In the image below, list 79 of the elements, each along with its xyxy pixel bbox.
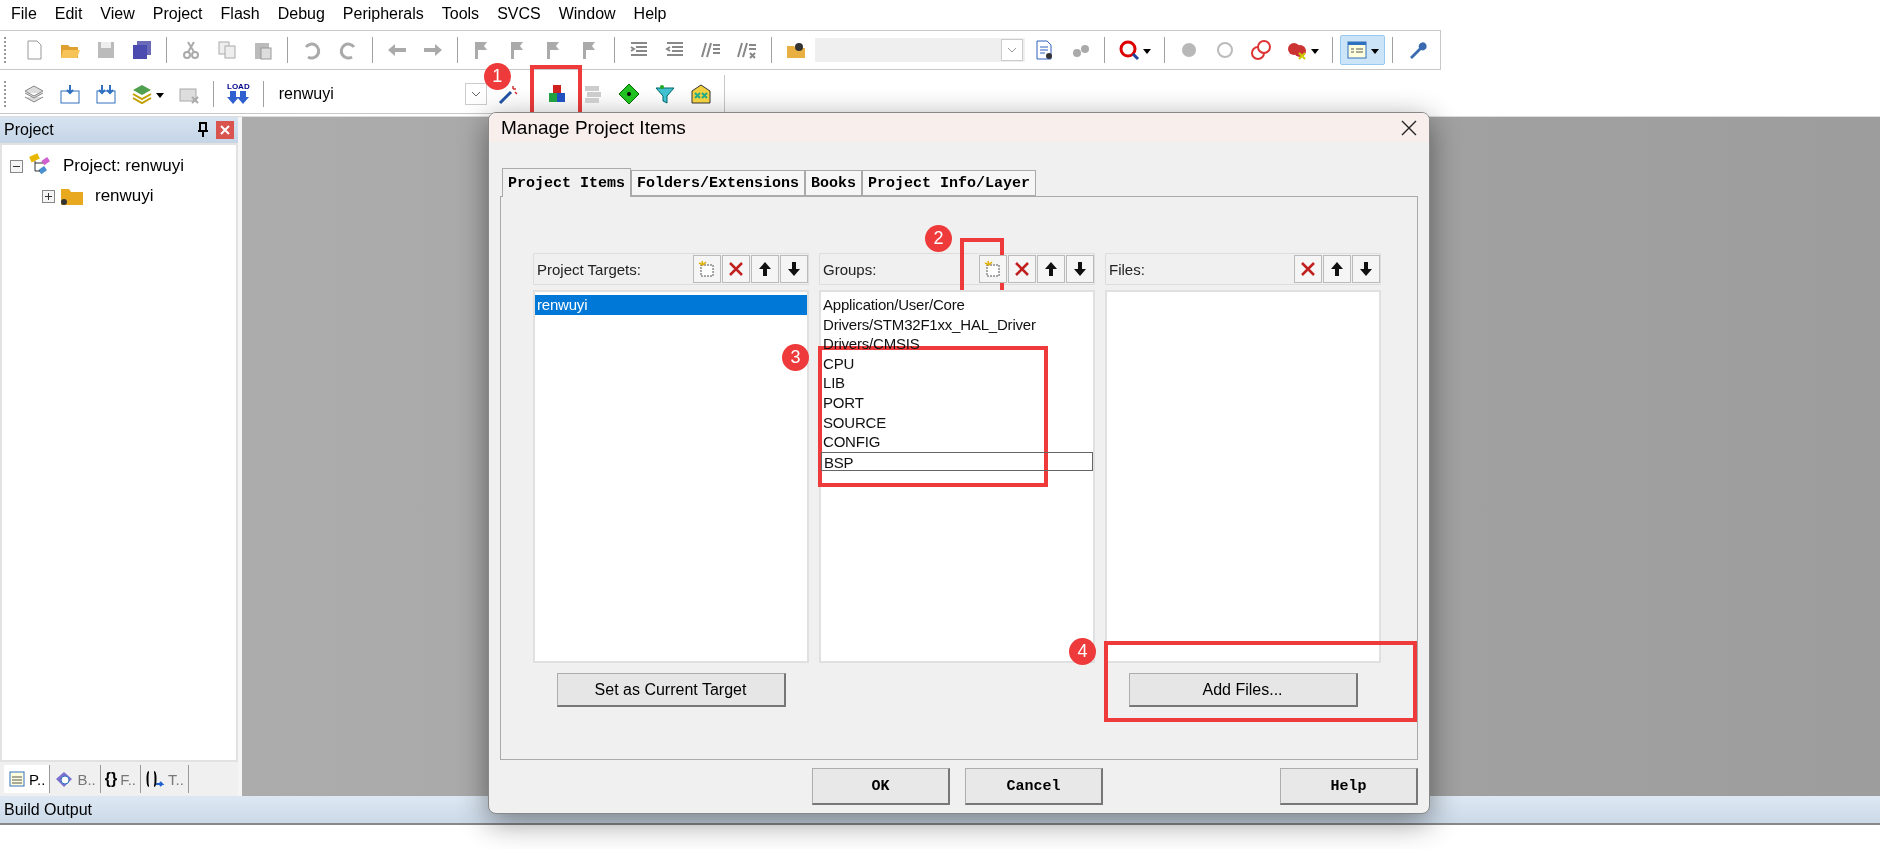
step-badge: 2 [925,225,952,252]
menu-item[interactable]: Project [143,5,212,23]
list-label: Files: [1109,260,1146,278]
diamond-icon[interactable] [617,82,640,105]
arrow-up-icon[interactable] [1042,260,1060,278]
panel-tab[interactable]: T.. [141,765,189,793]
tab[interactable]: Project Info/Layer [862,170,1037,196]
menu-item[interactable]: SVCS [488,5,550,23]
list-item[interactable]: LIB [821,373,845,393]
list-item[interactable]: renwuyi [535,295,807,315]
circles-icon[interactable] [1250,39,1272,61]
arrow-down-icon[interactable] [785,260,803,278]
expand-icon[interactable] [42,189,55,203]
menu-item[interactable]: Peripherals [333,5,433,23]
menu-item[interactable]: View [91,5,144,23]
list-item[interactable]: PORT [821,392,864,413]
menu-item[interactable]: Tools [432,5,489,23]
delete-icon[interactable] [1299,260,1317,278]
chips-icon[interactable] [689,82,712,105]
arrow-up-icon[interactable] [1328,260,1346,278]
dialog-button[interactable]: Cancel [965,768,1103,805]
list-item[interactable]: BSP [821,451,1093,472]
arrow-down-icon[interactable] [1357,260,1375,278]
tab[interactable]: Folders/Extensions [631,170,806,196]
menu-item[interactable]: Debug [268,5,334,23]
tree-item[interactable]: renwuyi [95,186,154,206]
panel-tab[interactable]: {} F.. [100,765,142,793]
arrows-down-icon[interactable] [227,90,250,105]
close-icon[interactable] [1401,119,1417,136]
list-tool-button[interactable] [1352,255,1380,283]
close-button[interactable] [216,121,234,139]
menu-item[interactable]: Window [549,5,625,23]
list-tool-button[interactable] [780,255,808,283]
file-search-icon[interactable] [1033,39,1055,61]
delete-icon[interactable] [1013,260,1031,278]
list-item[interactable]: Drivers/STM32F1xx_HAL_Driver [821,314,1036,335]
tab[interactable]: Project Items [502,168,632,197]
tree-item[interactable]: Project: renwuyi [63,156,184,176]
list-item[interactable]: SOURCE [821,412,886,433]
menu-item[interactable]: Edit [45,5,92,23]
braces-icon: {} [104,770,118,788]
panel-title: Project [4,121,55,139]
action-button[interactable]: Add Files... [1128,673,1358,707]
download-chip-icon[interactable] [59,82,81,105]
window-title: Manage Project Items [501,116,686,139]
project-tab-icon [8,770,26,788]
dialog-button[interactable]: Help [1280,768,1418,805]
arrow-down-icon[interactable] [1071,260,1089,278]
collapse-icon[interactable] [10,159,23,173]
list-item[interactable]: CPU [821,353,855,374]
list-tool-button[interactable] [751,255,779,283]
delete-icon[interactable] [727,260,745,278]
dialog-button[interactable]: OK [812,768,950,805]
arrow-up-icon[interactable] [756,260,774,278]
list-item[interactable]: CONFIG [821,432,881,452]
books-icon [54,769,75,789]
panel-tab[interactable]: B.. [50,765,101,793]
panel-title: Build Output [4,800,93,819]
download-chips-icon[interactable] [95,82,117,105]
panel-tab[interactable]: P.. [4,765,51,793]
list-item[interactable]: Application/User/Core [821,295,965,315]
window-list-icon[interactable] [1346,39,1368,61]
save-all-icon[interactable] [131,39,153,61]
tab[interactable]: Books [805,170,863,196]
filter-icon[interactable] [653,82,676,105]
list-tool-button[interactable] [1323,255,1351,283]
templates-icon [145,769,166,789]
list-label: Groups: [823,260,878,278]
list-tool-button[interactable] [1066,255,1094,283]
menu-item[interactable]: File [2,5,46,23]
list-label: Project Targets: [537,260,642,278]
load-button[interactable]: LOAD [221,80,256,107]
pin-icon[interactable] [196,122,210,138]
debug-magnifier-icon[interactable] [1118,39,1140,61]
list-tool-button[interactable] [1037,255,1065,283]
menu-item[interactable]: Flash [211,5,269,23]
menu-item[interactable]: Help [624,5,676,23]
action-button[interactable]: Set as Current Target [556,673,786,707]
window-layout-button[interactable] [1340,35,1385,65]
